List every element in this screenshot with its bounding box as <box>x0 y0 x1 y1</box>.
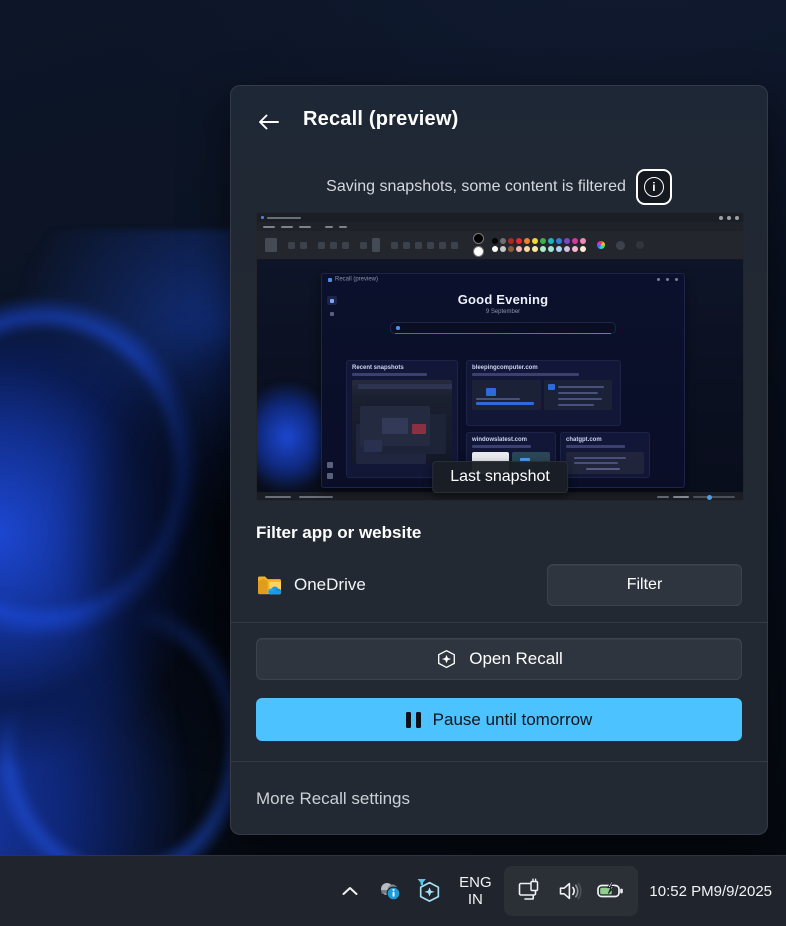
network-icon <box>517 878 544 904</box>
last-snapshot-label: Last snapshot <box>432 461 568 493</box>
desktop: Recall (preview) Saving snapshots, some … <box>0 0 786 926</box>
show-hidden-icons-button[interactable] <box>335 874 365 908</box>
snapshot-search-bar <box>390 322 616 334</box>
palette-dot <box>572 246 578 252</box>
palette-dot <box>572 238 578 244</box>
filter-app-row: OneDrive Filter <box>256 564 742 606</box>
more-recall-settings-link[interactable]: More Recall settings <box>256 789 410 809</box>
snapshot-paint-menubar <box>257 222 743 231</box>
palette-dot <box>580 246 586 252</box>
filter-app-name: OneDrive <box>294 575 366 595</box>
palette-dot <box>524 246 530 252</box>
onedrive-tray-button[interactable] <box>374 874 406 908</box>
snapshot-card-bleepingcomputer: bleepingcomputer.com <box>466 360 621 426</box>
battery-charging-icon <box>596 878 625 904</box>
palette-dot <box>532 246 538 252</box>
clock-date: 9/9/2025 <box>714 882 772 901</box>
palette-dot <box>516 238 522 244</box>
page-title: Recall (preview) <box>303 108 459 131</box>
pause-icon <box>406 712 421 728</box>
info-icon <box>644 177 664 197</box>
snapshot-greeting-date: 9 September <box>322 309 684 315</box>
snapshot-greeting: Good Evening <box>322 292 684 307</box>
filter-button[interactable]: Filter <box>547 564 742 606</box>
onedrive-folder-icon <box>256 574 283 597</box>
onedrive-tray-icon <box>376 879 404 903</box>
recall-tray-button[interactable] <box>413 874 445 908</box>
palette-dot <box>548 238 554 244</box>
snapshot-desktop-area: Recall (preview) Good Evening 9 Septembe… <box>257 260 743 492</box>
snapshot-sidebar <box>327 296 337 318</box>
last-snapshot-preview[interactable]: Recall (preview) Good Evening 9 Septembe… <box>256 212 744 501</box>
status-text: Saving snapshots, some content is filter… <box>326 178 626 196</box>
divider <box>231 622 767 623</box>
info-button[interactable] <box>636 169 672 205</box>
snapshot-sidebar-bottom <box>327 462 333 479</box>
palette-dot <box>556 246 562 252</box>
taskbar: ENG IN <box>0 855 786 926</box>
palette-dot <box>524 238 530 244</box>
palette-dot <box>564 246 570 252</box>
palette-dot <box>500 238 506 244</box>
palette-dot <box>492 238 498 244</box>
palette-dot <box>532 238 538 244</box>
status-row: Saving snapshots, some content is filter… <box>231 168 767 206</box>
paint-color-palette <box>492 238 586 252</box>
back-arrow-icon <box>257 113 280 131</box>
palette-dot <box>516 246 522 252</box>
palette-dot <box>548 246 554 252</box>
system-tray-group[interactable] <box>504 866 638 916</box>
palette-dot <box>556 238 562 244</box>
volume-icon <box>557 878 583 904</box>
filter-section-heading: Filter app or website <box>256 523 421 543</box>
divider <box>231 761 767 762</box>
recall-flyout-panel: Recall (preview) Saving snapshots, some … <box>230 85 768 835</box>
paint-fg-bg-colors <box>473 233 484 257</box>
snapshot-paint-toolbar <box>257 231 743 260</box>
palette-dot <box>540 238 546 244</box>
open-recall-button[interactable]: Open Recall <box>256 638 742 680</box>
palette-dot <box>492 246 498 252</box>
taskbar-clock[interactable]: 10:52 PM 9/9/2025 <box>649 882 772 901</box>
language-indicator[interactable]: ENG IN <box>452 868 498 914</box>
snapshot-recall-window-title: Recall (preview) <box>335 276 378 282</box>
language-line1: ENG <box>459 874 492 891</box>
pause-button-label: Pause until tomorrow <box>433 710 593 730</box>
palette-dot <box>500 246 506 252</box>
palette-dot <box>508 238 514 244</box>
snapshot-card-chatgpt: chatgpt.com <box>560 432 650 478</box>
open-recall-label: Open Recall <box>469 649 563 669</box>
recall-icon <box>435 648 458 671</box>
palette-dot <box>508 246 514 252</box>
snapshot-recall-window: Recall (preview) Good Evening 9 Septembe… <box>321 273 685 488</box>
back-button[interactable] <box>249 104 287 140</box>
palette-dot <box>564 238 570 244</box>
filter-button-label: Filter <box>627 576 663 594</box>
palette-dot <box>580 238 586 244</box>
pause-until-tomorrow-button[interactable]: Pause until tomorrow <box>256 698 742 741</box>
recall-tray-icon <box>414 878 444 905</box>
chevron-up-icon <box>341 886 359 896</box>
clock-time: 10:52 PM <box>649 882 713 901</box>
paint-color-picker-icon <box>597 241 605 249</box>
language-line2: IN <box>468 891 483 908</box>
palette-dot <box>540 246 546 252</box>
snapshot-paint-titlebar <box>257 213 743 222</box>
